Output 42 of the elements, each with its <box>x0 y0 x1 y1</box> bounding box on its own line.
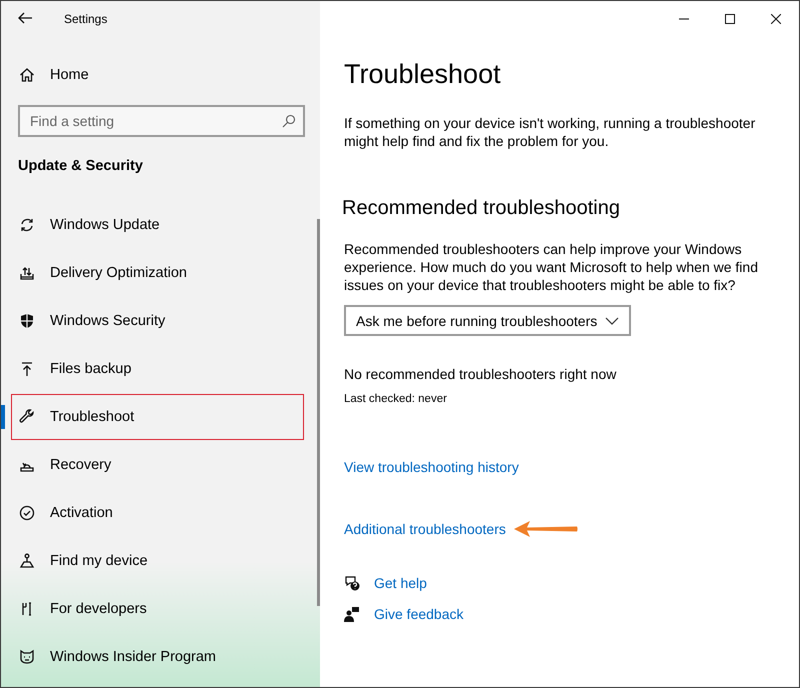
section-heading: Recommended troubleshooting <box>342 196 621 221</box>
cat-icon <box>19 649 35 665</box>
shield-icon <box>19 313 35 329</box>
scrollbar[interactable] <box>317 219 320 606</box>
nav-item[interactable]: Find my device <box>50 553 148 569</box>
troubleshooter-dropdown[interactable]: Ask me before running troubleshooters <box>344 305 631 336</box>
window-title: Settings <box>64 12 108 26</box>
home-nav-item[interactable]: Home <box>1 51 320 99</box>
link[interactable]: Give feedback <box>374 606 464 622</box>
search-icon <box>282 114 296 128</box>
section-heading: Update & Security <box>17 157 144 176</box>
person-pin-icon <box>19 553 35 569</box>
link[interactable]: Get help <box>374 575 427 591</box>
link[interactable]: View troubleshooting history <box>344 458 519 476</box>
nav-item[interactable]: Recovery <box>50 457 112 473</box>
nav-item[interactable]: Activation <box>50 505 113 521</box>
refresh-icon <box>19 217 35 233</box>
nav-item[interactable]: Files backup <box>50 361 132 377</box>
close-icon <box>771 14 781 24</box>
feedback-person-icon <box>344 606 360 622</box>
upload-arrow-icon <box>19 361 35 377</box>
wrench-icon <box>19 409 35 425</box>
last-checked-text: Last checked: never <box>344 392 448 407</box>
intro-text: If something on your device isn't working, running a troubleshooter might help find and fix the problem for you. <box>344 114 756 150</box>
help-bubble-icon <box>344 575 360 591</box>
nav-item[interactable]: For developers <box>50 601 147 617</box>
description-text: Recommended troubleshooters can help improve your Windows experience. How much do you want Microsoft to help when we find issues on your device that troubleshooters might be able to fix? <box>344 240 759 294</box>
nav-item[interactable]: Troubleshoot <box>50 409 134 425</box>
link[interactable]: Additional troubleshooters <box>344 520 506 538</box>
back-arrow-icon <box>17 10 33 26</box>
nav-item[interactable]: Delivery Optimization <box>50 265 187 281</box>
nav-item[interactable]: Windows Insider Program <box>50 649 216 665</box>
home-icon <box>19 67 35 83</box>
nav-item[interactable]: Windows Security <box>50 313 166 329</box>
nav-item[interactable]: Windows Update <box>50 217 160 233</box>
chevron-down-icon <box>605 316 619 324</box>
status-text: No recommended troubleshooters right now <box>344 365 618 383</box>
maximize-icon <box>725 14 735 24</box>
check-circle-icon <box>19 505 35 521</box>
search-field[interactable]: Find a setting <box>18 105 305 137</box>
tray-upload-icon <box>19 265 35 281</box>
page-title: Troubleshoot <box>344 58 502 91</box>
